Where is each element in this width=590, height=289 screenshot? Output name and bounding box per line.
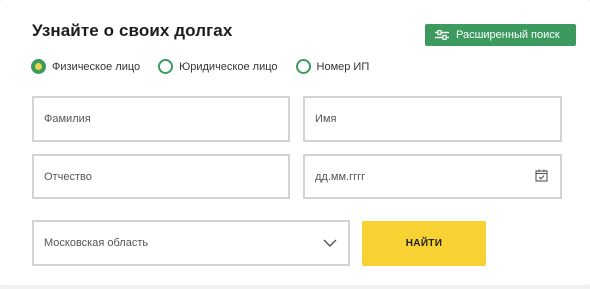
debt-search-card: Узнайте о своих долгах Расширенный поиск… [0,0,590,285]
patronymic-field[interactable]: Отчество [32,154,290,199]
patronymic-placeholder: Отчество [44,170,92,183]
surname-placeholder: Фамилия [44,113,91,125]
form-title: Узнайте о своих долгах [32,21,233,40]
radio-indicator[interactable] [295,59,311,74]
radio-individual[interactable]: Физическое лицо [31,59,140,74]
advanced-search-button[interactable]: Расширенный поиск [425,24,576,46]
region-value: Московская область [44,237,149,249]
radio-indicator-selected[interactable] [31,59,46,74]
sliders-icon [435,30,449,40]
name-placeholder: Имя [315,113,337,125]
radio-ip-number[interactable]: Номер ИП [295,59,370,74]
region-select[interactable]: Московская область [32,220,350,266]
surname-field[interactable]: Фамилия [32,96,290,142]
radio-legal-entity[interactable]: Юридическое лицо [158,59,278,74]
radio-indicator[interactable] [158,59,174,74]
radio-individual-label: Физическое лицо [52,60,141,73]
advanced-search-label: Расширенный поиск [456,29,560,41]
radio-legal-entity-label: Юридическое лицо [179,60,278,73]
name-field[interactable]: Имя [303,96,562,142]
calendar-icon[interactable] [535,169,548,182]
birthdate-placeholder: дд.мм.гггг [315,170,366,183]
chevron-down-icon [323,239,337,247]
person-type-radio-group: Физическое лицо Юридическое лицо Номер И… [31,59,369,74]
radio-ip-number-label: Номер ИП [316,60,370,73]
birthdate-field[interactable]: дд.мм.гггг [303,154,562,199]
find-button[interactable]: НАЙТИ [362,221,486,266]
